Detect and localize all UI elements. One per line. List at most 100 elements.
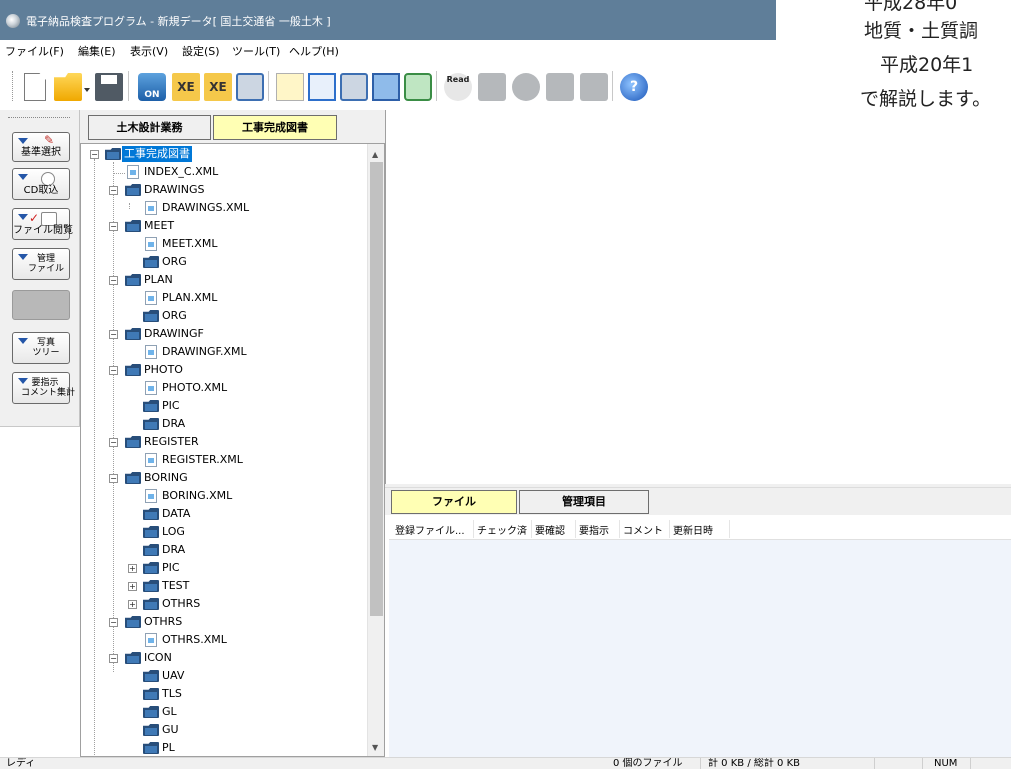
column-needs-instruction[interactable]: 要指示 — [579, 522, 613, 537]
tree-node-label: PL — [162, 741, 175, 754]
scroll-up-icon[interactable]: ▲ — [372, 150, 378, 159]
column-divider[interactable] — [473, 520, 474, 538]
tree-scrollbar[interactable]: ▲ ▼ — [367, 144, 384, 756]
menu-view[interactable]: 表示(V) — [130, 43, 168, 59]
xml-file-icon — [145, 345, 157, 359]
menu-edit[interactable]: 編集(E) — [78, 43, 116, 59]
xml-file-icon — [145, 453, 157, 467]
column-checked[interactable]: チェック済 — [477, 522, 531, 537]
collapse-toggle[interactable]: − — [109, 438, 118, 447]
tree-node-label: DRA — [162, 417, 186, 430]
tab-management-items[interactable]: 管理項目 — [519, 490, 649, 514]
tree-node-label: GU — [162, 723, 179, 736]
overlay-panel: 平成28年0 地質・土質調 平成20年1 で解説します。 — [776, 0, 1011, 127]
tree-node-label: DRAWINGF — [144, 327, 204, 340]
help-pointer-icon[interactable]: ? — [620, 73, 648, 101]
collapse-toggle[interactable]: − — [109, 276, 118, 285]
standard-select-button[interactable]: ✎ 基準選択 — [12, 132, 70, 162]
column-divider[interactable] — [531, 520, 532, 538]
tree-node-label: MEET.XML — [162, 237, 218, 250]
collapse-toggle[interactable]: − — [109, 618, 118, 627]
scroll-down-icon[interactable]: ▼ — [372, 743, 378, 752]
file-list-header: 登録ファイル... チェック済 要確認 要指示 コメント 更新日時 — [389, 518, 1011, 540]
new-file-icon[interactable] — [24, 73, 46, 101]
column-divider[interactable] — [619, 520, 620, 538]
cd-import-button[interactable]: CD取込 — [12, 168, 70, 200]
disc-drive-icon — [41, 212, 57, 226]
file-browse-button[interactable]: ✓ ファイル閲覧 — [12, 208, 73, 240]
expand-toggle[interactable]: + — [128, 582, 137, 591]
status-size: 計 0 KB / 総計 0 KB — [708, 758, 801, 769]
xml-file-icon — [145, 201, 157, 215]
open-dropdown-icon[interactable] — [84, 88, 90, 92]
status-num: NUM — [934, 758, 958, 769]
check-icon: ✓ — [29, 211, 40, 225]
tree-node-label: PHOTO — [144, 363, 183, 376]
list-view-icon[interactable] — [372, 73, 400, 101]
tree-tab-strip: 土木設計業務 工事完成図書 — [80, 110, 385, 143]
tree-node-label: TLS — [162, 687, 182, 700]
xml-edit-icon[interactable]: XE — [172, 73, 200, 101]
column-needs-confirm[interactable]: 要確認 — [535, 522, 569, 537]
xml-file-icon — [145, 291, 157, 305]
window-add-icon[interactable] — [308, 73, 336, 101]
menu-tools[interactable]: ツール(T) — [232, 43, 280, 59]
xml-file-icon — [145, 381, 157, 395]
tab-civil-design[interactable]: 土木設計業務 — [88, 115, 211, 140]
collapse-toggle[interactable]: − — [109, 330, 118, 339]
folder-icon — [125, 652, 141, 664]
collapse-toggle[interactable]: − — [109, 474, 118, 483]
column-registered-file[interactable]: 登録ファイル... — [395, 522, 469, 537]
photo-tree-button[interactable]: 写真 ツリー — [12, 332, 70, 364]
folder-icon — [125, 184, 141, 196]
collapse-toggle[interactable]: − — [109, 186, 118, 195]
tree-node-label: 工事完成図書 — [122, 146, 192, 162]
collapse-toggle[interactable]: − — [90, 150, 99, 159]
menu-help[interactable]: ヘルプ(H) — [289, 43, 339, 59]
tab-construction-docs[interactable]: 工事完成図書 — [213, 115, 337, 140]
column-divider[interactable] — [575, 520, 576, 538]
xml-edit-icon-2[interactable]: XE — [204, 73, 232, 101]
menu-settings[interactable]: 設定(S) — [182, 43, 220, 59]
collapse-toggle[interactable]: − — [109, 222, 118, 231]
tree-node-label: REGISTER — [144, 435, 199, 448]
folder-icon — [125, 472, 141, 484]
column-divider[interactable] — [729, 520, 730, 538]
collapse-toggle[interactable]: − — [109, 654, 118, 663]
read-disc-icon[interactable]: Read — [444, 73, 472, 101]
column-comment[interactable]: コメント — [623, 522, 667, 537]
management-file-button[interactable]: 管理 ファイル — [12, 248, 70, 280]
menu-file[interactable]: ファイル(F) — [5, 43, 64, 59]
tree-view-icon[interactable] — [276, 73, 304, 101]
tree-node-label: OTHRS — [162, 597, 201, 610]
toolbar-separator — [436, 71, 437, 101]
xml-file-icon — [145, 237, 157, 251]
file-list-body[interactable] — [389, 540, 1011, 757]
save-icon[interactable] — [95, 73, 123, 101]
find-icon[interactable] — [340, 73, 368, 101]
refresh-icon[interactable] — [404, 73, 432, 101]
magnify-icon[interactable] — [236, 73, 264, 101]
toolbar-separator — [128, 71, 129, 101]
scroll-thumb[interactable] — [370, 162, 383, 616]
tree-node-label: REGISTER.XML — [162, 453, 243, 466]
status-divider — [922, 758, 923, 769]
folder-tree[interactable]: − 工事完成図書 INDEX_C.XML − DRAWINGS DRAWINGS… — [80, 143, 385, 757]
dropdown-triangle-icon — [18, 138, 28, 144]
status-divider — [970, 758, 971, 769]
collapse-toggle[interactable]: − — [109, 366, 118, 375]
tree-node-label: PHOTO.XML — [162, 381, 228, 394]
menu-bar: ファイル(F) 編集(E) 表示(V) 設定(S) ツール(T) ヘルプ(H) — [0, 40, 780, 60]
on-icon[interactable]: ON — [138, 73, 166, 101]
panel-grip — [8, 117, 70, 120]
comment-summary-button[interactable]: 要指示 コメント集計 — [12, 372, 75, 404]
open-folder-icon[interactable] — [54, 73, 82, 101]
folder-icon — [143, 670, 159, 682]
expand-toggle[interactable]: + — [128, 600, 137, 609]
column-divider[interactable] — [669, 520, 670, 538]
column-updated[interactable]: 更新日時 — [673, 522, 717, 537]
expand-toggle[interactable]: + — [128, 564, 137, 573]
folder-icon — [125, 274, 141, 286]
folder-icon — [143, 580, 159, 592]
tab-files[interactable]: ファイル — [391, 490, 517, 514]
